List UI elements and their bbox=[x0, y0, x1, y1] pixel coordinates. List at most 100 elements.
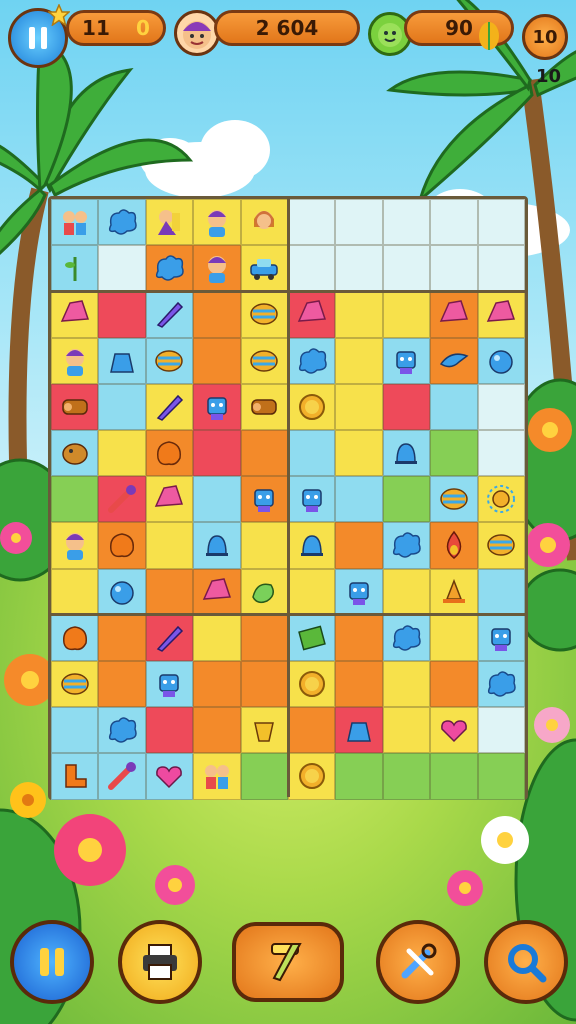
board-cell[interactable] bbox=[430, 568, 478, 615]
board-cell[interactable] bbox=[288, 661, 336, 708]
board-cell[interactable] bbox=[430, 199, 478, 246]
board-cell[interactable] bbox=[240, 199, 288, 246]
board-cell[interactable] bbox=[430, 291, 478, 338]
board-cell[interactable] bbox=[335, 245, 383, 292]
board-cell[interactable] bbox=[98, 614, 146, 661]
board-cell[interactable] bbox=[335, 430, 383, 477]
board-cell[interactable] bbox=[98, 430, 146, 477]
board-cell[interactable] bbox=[240, 753, 288, 800]
board-cell[interactable] bbox=[477, 707, 525, 754]
board-cell[interactable] bbox=[240, 476, 288, 523]
board-cell[interactable] bbox=[288, 337, 336, 384]
board-cell[interactable] bbox=[288, 753, 336, 800]
board-cell[interactable] bbox=[477, 430, 525, 477]
brush-button[interactable] bbox=[232, 922, 344, 1002]
board-cell[interactable] bbox=[51, 430, 99, 477]
board-cell[interactable] bbox=[335, 337, 383, 384]
board-cell[interactable] bbox=[98, 522, 146, 569]
board-cell[interactable] bbox=[193, 383, 241, 430]
board-cell[interactable] bbox=[145, 337, 194, 384]
board-cell[interactable] bbox=[477, 291, 525, 338]
board-cell[interactable] bbox=[193, 661, 241, 708]
board-cell[interactable] bbox=[335, 568, 383, 615]
board-cell[interactable] bbox=[430, 614, 478, 661]
board-cell[interactable] bbox=[477, 199, 525, 246]
board-cell[interactable] bbox=[193, 522, 241, 569]
board-cell[interactable] bbox=[477, 383, 525, 430]
board-cell[interactable] bbox=[382, 430, 431, 477]
board-cell[interactable] bbox=[51, 476, 99, 523]
board-cell[interactable] bbox=[145, 568, 194, 615]
board-cell[interactable] bbox=[193, 291, 241, 338]
board-cell[interactable] bbox=[145, 661, 194, 708]
board-cell[interactable] bbox=[477, 476, 525, 523]
board-cell[interactable] bbox=[51, 291, 99, 338]
board-cell[interactable] bbox=[51, 245, 99, 292]
board-cell[interactable] bbox=[430, 661, 478, 708]
board-cell[interactable] bbox=[288, 568, 336, 615]
board-cell[interactable] bbox=[98, 753, 146, 800]
board-cell[interactable] bbox=[477, 337, 525, 384]
board-cell[interactable] bbox=[430, 245, 478, 292]
board-cell[interactable] bbox=[288, 383, 336, 430]
board-cell[interactable] bbox=[51, 614, 99, 661]
board-cell[interactable] bbox=[382, 661, 431, 708]
board-cell[interactable] bbox=[145, 614, 194, 661]
board-cell[interactable] bbox=[430, 337, 478, 384]
board-cell[interactable] bbox=[382, 707, 431, 754]
board-cell[interactable] bbox=[98, 568, 146, 615]
board-cell[interactable] bbox=[288, 199, 336, 246]
board-cell[interactable] bbox=[430, 430, 478, 477]
board-cell[interactable] bbox=[477, 568, 525, 615]
board-cell[interactable] bbox=[477, 522, 525, 569]
board-cell[interactable] bbox=[382, 337, 431, 384]
board-cell[interactable] bbox=[240, 661, 288, 708]
board-cell[interactable] bbox=[98, 245, 146, 292]
board-cell[interactable] bbox=[193, 753, 241, 800]
board-cell[interactable] bbox=[51, 522, 99, 569]
board-cell[interactable] bbox=[193, 337, 241, 384]
board-cell[interactable] bbox=[240, 707, 288, 754]
board-cell[interactable] bbox=[98, 476, 146, 523]
board-cell[interactable] bbox=[240, 245, 288, 292]
board-cell[interactable] bbox=[288, 245, 336, 292]
board-cell[interactable] bbox=[98, 291, 146, 338]
board-cell[interactable] bbox=[288, 707, 336, 754]
pause-button[interactable] bbox=[10, 920, 94, 1004]
board-cell[interactable] bbox=[288, 291, 336, 338]
board-cell[interactable] bbox=[382, 199, 431, 246]
board-cell[interactable] bbox=[51, 337, 99, 384]
board-cell[interactable] bbox=[477, 614, 525, 661]
board-cell[interactable] bbox=[240, 522, 288, 569]
board-cell[interactable] bbox=[335, 476, 383, 523]
board-cell[interactable] bbox=[240, 383, 288, 430]
search-button[interactable] bbox=[484, 920, 568, 1004]
tools-button[interactable] bbox=[376, 920, 460, 1004]
board-cell[interactable] bbox=[335, 199, 383, 246]
board-cell[interactable] bbox=[477, 753, 525, 800]
board-cell[interactable] bbox=[430, 707, 478, 754]
board-cell[interactable] bbox=[335, 707, 383, 754]
board-cell[interactable] bbox=[51, 661, 99, 708]
board-cell[interactable] bbox=[193, 430, 241, 477]
board-cell[interactable] bbox=[145, 707, 194, 754]
board-cell[interactable] bbox=[98, 661, 146, 708]
board-cell[interactable] bbox=[51, 568, 99, 615]
board-cell[interactable] bbox=[193, 614, 241, 661]
board-cell[interactable] bbox=[98, 337, 146, 384]
board-cell[interactable] bbox=[193, 245, 241, 292]
board-cell[interactable] bbox=[335, 291, 383, 338]
board-cell[interactable] bbox=[335, 661, 383, 708]
board-cell[interactable] bbox=[288, 430, 336, 477]
board-cell[interactable] bbox=[335, 522, 383, 569]
board-cell[interactable] bbox=[430, 753, 478, 800]
board-cell[interactable] bbox=[240, 337, 288, 384]
board-cell[interactable] bbox=[145, 476, 194, 523]
board-cell[interactable] bbox=[193, 199, 241, 246]
board-cell[interactable] bbox=[382, 476, 431, 523]
board-cell[interactable] bbox=[382, 522, 431, 569]
board-cell[interactable] bbox=[430, 522, 478, 569]
board-cell[interactable] bbox=[51, 383, 99, 430]
board-cell[interactable] bbox=[98, 383, 146, 430]
board-cell[interactable] bbox=[382, 568, 431, 615]
